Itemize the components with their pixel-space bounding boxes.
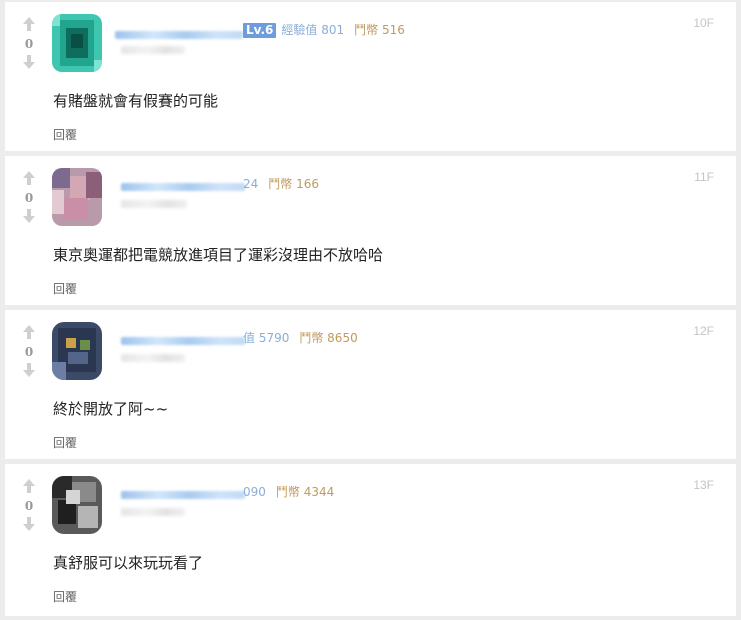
upvote-arrow-icon[interactable] bbox=[21, 170, 37, 186]
exp-value: 值 5790 bbox=[243, 331, 290, 345]
comment-text: 東京奧運都把電競放進項目了運彩沒理由不放哈哈 bbox=[53, 246, 384, 264]
comment-text: 有賭盤就會有假賽的可能 bbox=[53, 92, 219, 110]
avatar[interactable] bbox=[52, 476, 102, 534]
comment-card: 0 090 鬥幣 4344 13F 真舒服可以來玩玩看了 回覆 bbox=[5, 464, 736, 616]
username-blurred[interactable] bbox=[115, 31, 243, 39]
timestamp-blurred bbox=[121, 508, 185, 516]
upvote-arrow-icon[interactable] bbox=[21, 324, 37, 340]
comment-text: 終於開放了阿~~ bbox=[53, 400, 169, 418]
username-blurred[interactable] bbox=[121, 337, 245, 345]
comment-card: 0 24 鬥幣 166 11F 東京奧運都把電競放進項目了運彩沒理由不放哈哈 回覆 bbox=[5, 156, 736, 305]
comment-card: 0 值 5790 鬥幣 8650 12F 終於開放了阿~~ 回覆 bbox=[5, 310, 736, 459]
comment-card: 0 Lv.6 經驗值 801 鬥幣 516 10F 有賭盤就會有假賽的可能 回覆 bbox=[5, 2, 736, 151]
downvote-arrow-icon[interactable] bbox=[21, 362, 37, 378]
floor-number: 13F bbox=[693, 478, 714, 492]
exp-value: 經驗值 801 bbox=[281, 23, 345, 37]
user-stats: 值 5790 鬥幣 8650 bbox=[243, 330, 358, 346]
avatar[interactable] bbox=[52, 14, 102, 72]
vote-count: 0 bbox=[24, 37, 34, 51]
downvote-arrow-icon[interactable] bbox=[21, 54, 37, 70]
vote-count: 0 bbox=[24, 499, 34, 513]
floor-number: 10F bbox=[693, 16, 714, 30]
user-stats: 090 鬥幣 4344 bbox=[243, 484, 334, 500]
username-blurred[interactable] bbox=[121, 491, 245, 499]
gp-value: 鬥幣 4344 bbox=[275, 485, 335, 499]
username-blurred[interactable] bbox=[121, 183, 245, 191]
timestamp-blurred bbox=[121, 354, 185, 362]
upvote-arrow-icon[interactable] bbox=[21, 16, 37, 32]
user-stats: 24 鬥幣 166 bbox=[243, 176, 319, 192]
vote-widget: 0 bbox=[19, 324, 39, 380]
downvote-arrow-icon[interactable] bbox=[21, 208, 37, 224]
reply-link[interactable]: 回覆 bbox=[53, 126, 77, 143]
gp-value: 鬥幣 516 bbox=[354, 23, 405, 37]
timestamp-blurred bbox=[121, 200, 187, 208]
timestamp-blurred bbox=[121, 46, 185, 54]
reply-link[interactable]: 回覆 bbox=[53, 588, 77, 605]
user-stats: Lv.6 經驗值 801 鬥幣 516 bbox=[243, 22, 405, 38]
vote-count: 0 bbox=[24, 191, 34, 205]
vote-widget: 0 bbox=[19, 16, 39, 72]
level-badge: Lv.6 bbox=[243, 23, 277, 38]
comment-text: 真舒服可以來玩玩看了 bbox=[53, 554, 204, 572]
exp-value: 090 bbox=[243, 485, 266, 499]
reply-link[interactable]: 回覆 bbox=[53, 280, 77, 297]
vote-widget: 0 bbox=[19, 478, 39, 534]
exp-value: 24 bbox=[243, 177, 259, 191]
vote-count: 0 bbox=[24, 345, 34, 359]
vote-widget: 0 bbox=[19, 170, 39, 226]
upvote-arrow-icon[interactable] bbox=[21, 478, 37, 494]
reply-link[interactable]: 回覆 bbox=[53, 434, 77, 451]
downvote-arrow-icon[interactable] bbox=[21, 516, 37, 532]
gp-value: 鬥幣 166 bbox=[268, 177, 320, 191]
avatar[interactable] bbox=[52, 322, 102, 380]
floor-number: 12F bbox=[693, 324, 714, 338]
avatar[interactable] bbox=[52, 168, 102, 226]
floor-number: 11F bbox=[694, 170, 714, 184]
gp-value: 鬥幣 8650 bbox=[299, 331, 358, 345]
